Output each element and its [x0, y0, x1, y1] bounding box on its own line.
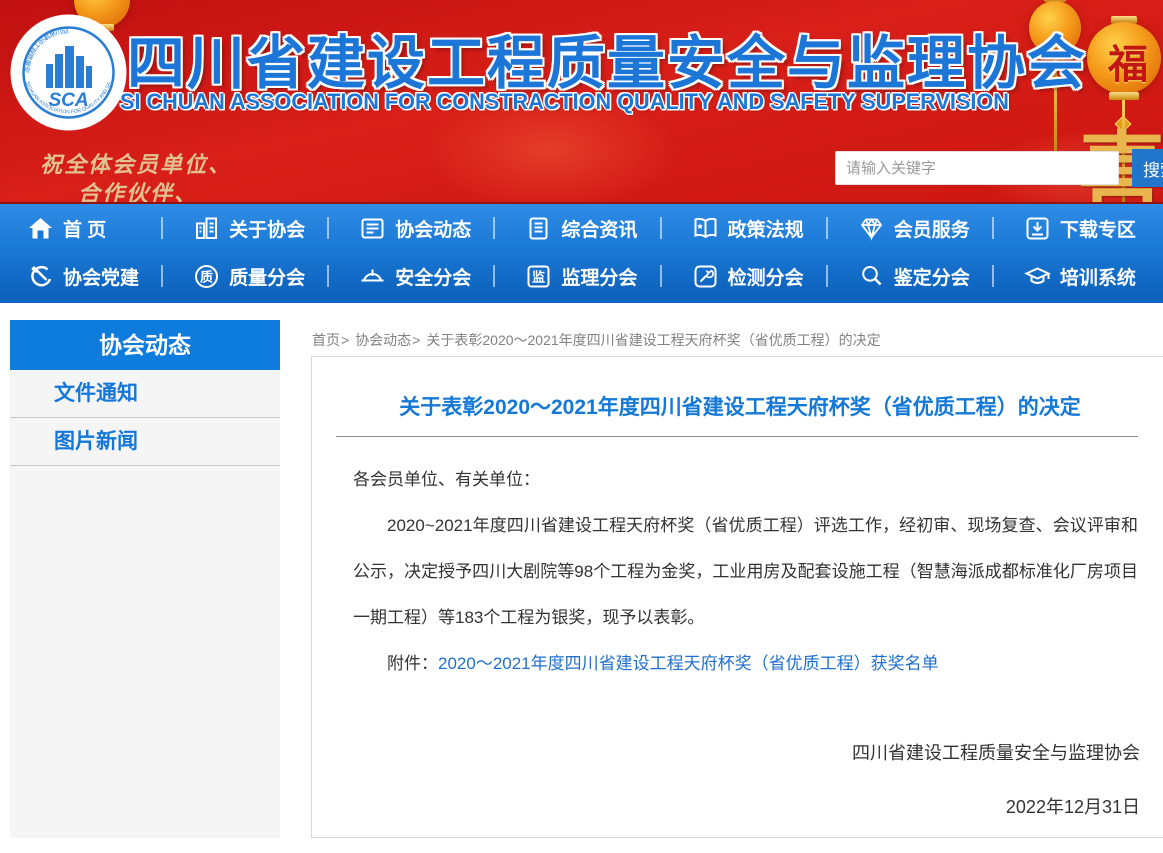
diamond-icon	[858, 215, 885, 242]
nav-label: 关于协会	[229, 215, 305, 242]
sidebar-item-file-notices[interactable]: 文件通知	[10, 370, 280, 418]
sidebar-title: 协会动态	[10, 320, 280, 370]
site-title-chinese: 四川省建设工程质量安全与监理协会	[127, 16, 1087, 100]
breadcrumb: 首页>协会动态>关于表彰2020～2021年度四川省建设工程天府杯奖（省优质工程…	[312, 330, 881, 350]
attachment-label: 附件：	[387, 654, 438, 673]
breadcrumb-current-page: 关于表彰2020～2021年度四川省建设工程天府杯奖（省优质工程）的决定	[426, 332, 880, 348]
nav-label: 政策法规	[728, 215, 804, 242]
quality-badge-char: 质	[200, 269, 213, 284]
nav-label: 综合资讯	[561, 215, 637, 242]
wrench-icon	[692, 263, 719, 290]
article-date: 2022年12月31日	[312, 793, 1163, 819]
nav-label: 检测分会	[728, 263, 804, 290]
nav-item-association-news[interactable]: 协会动态	[332, 204, 498, 252]
nav-item-about[interactable]: 关于协会	[166, 204, 332, 252]
greeting-text-line2: 合作伙伴、	[78, 176, 198, 202]
article-panel: 关于表彰2020～2021年度四川省建设工程天府杯奖（省优质工程）的决定 各会员…	[311, 356, 1163, 838]
download-icon	[1024, 215, 1051, 242]
quality-badge-icon: 质	[193, 263, 220, 290]
nav-item-policies[interactable]: 政策法规	[665, 204, 831, 252]
graduation-cap-icon	[1024, 263, 1051, 290]
magnifier-icon	[858, 263, 885, 290]
nav-item-home[interactable]: 首 页	[0, 204, 166, 252]
sidebar: 协会动态 文件通知 图片新闻	[10, 320, 280, 838]
nav-item-testing-branch[interactable]: 检测分会	[665, 252, 831, 300]
nav-label: 培训系统	[1060, 263, 1136, 290]
breadcrumb-separator: >	[412, 332, 420, 348]
nav-label: 鉴定分会	[894, 263, 970, 290]
news-icon	[359, 215, 386, 242]
breadcrumb-association-news[interactable]: 协会动态	[355, 332, 411, 348]
helmet-icon	[359, 263, 386, 290]
supervision-badge-char: 监	[532, 269, 545, 284]
party-icon	[27, 263, 54, 290]
title-divider	[336, 436, 1138, 437]
attachment-line: 附件：2020～2021年度四川省建设工程天府杯奖（省优质工程）获奖名单	[353, 641, 1138, 687]
article-paragraph: 2020~2021年度四川省建设工程天府杯奖（省优质工程）评选工作，经初审、现场…	[353, 503, 1138, 641]
supervision-badge-icon: 监	[525, 263, 552, 290]
breadcrumb-home[interactable]: 首页	[312, 332, 340, 348]
main-navigation: 首 页 关于协会 协会动态 综合资讯 政策法规 会员服务 下载专区 协会党建 质…	[0, 202, 1163, 303]
nav-item-member-services[interactable]: 会员服务	[831, 204, 997, 252]
nav-item-downloads[interactable]: 下载专区	[997, 204, 1163, 252]
greeting-text-line1: 祝全体会员单位、	[40, 147, 232, 179]
nav-label: 首 页	[63, 215, 106, 242]
nav-label: 协会党建	[63, 263, 139, 290]
fu-character: 福	[1108, 32, 1148, 90]
site-header: 福 喜 SCA 四川省建设工程质量安全与监理协会 SICHUAN ASSOCIA…	[0, 0, 1163, 202]
home-icon	[27, 215, 54, 242]
nav-item-training-system[interactable]: 培训系统	[997, 252, 1163, 300]
nav-item-quality-branch[interactable]: 质 质量分会	[166, 252, 332, 300]
nav-item-appraisal-branch[interactable]: 鉴定分会	[831, 252, 997, 300]
document-icon	[525, 215, 552, 242]
nav-label: 协会动态	[395, 215, 471, 242]
article-body: 各会员单位、有关单位： 2020~2021年度四川省建设工程天府杯奖（省优质工程…	[312, 457, 1163, 687]
nav-label: 下载专区	[1060, 215, 1136, 242]
breadcrumb-separator: >	[341, 332, 349, 348]
sidebar-item-photo-news[interactable]: 图片新闻	[10, 418, 280, 466]
site-title-english: SI CHUAN ASSOCIATION FOR CONSTRACTION QU…	[120, 89, 1009, 115]
nav-label: 会员服务	[894, 215, 970, 242]
nav-label: 安全分会	[395, 263, 471, 290]
attachment-link[interactable]: 2020～2021年度四川省建设工程天府杯奖（省优质工程）获奖名单	[438, 654, 939, 673]
article-salutation: 各会员单位、有关单位：	[353, 457, 1138, 503]
building-icon	[193, 215, 220, 242]
nav-label: 监理分会	[561, 263, 637, 290]
article-signature: 四川省建设工程质量安全与监理协会	[312, 739, 1163, 765]
association-logo[interactable]: SCA 四川省建设工程质量安全与监理协会 SICHUAN ASSOCIATION…	[8, 12, 129, 133]
article-title: 关于表彰2020～2021年度四川省建设工程天府杯奖（省优质工程）的决定	[312, 391, 1163, 421]
nav-item-supervision-branch[interactable]: 监 监理分会	[498, 252, 664, 300]
nav-item-safety-branch[interactable]: 安全分会	[332, 252, 498, 300]
nav-item-general-info[interactable]: 综合资讯	[498, 204, 664, 252]
search-input[interactable]	[835, 151, 1119, 185]
search-button[interactable]: 搜索	[1132, 149, 1163, 187]
book-icon	[692, 215, 719, 242]
nav-item-party-building[interactable]: 协会党建	[0, 252, 166, 300]
nav-label: 质量分会	[229, 263, 305, 290]
